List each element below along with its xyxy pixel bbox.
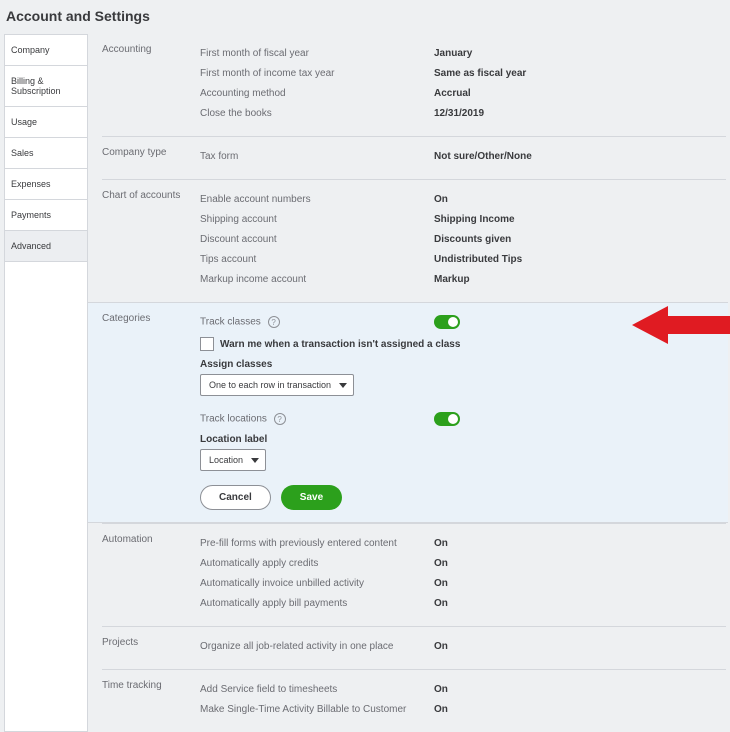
row-label: Pre-fill forms with previously entered c… bbox=[200, 538, 434, 549]
row-value: On bbox=[434, 598, 448, 609]
cancel-button[interactable]: Cancel bbox=[200, 485, 271, 510]
track-locations-toggle[interactable] bbox=[434, 412, 460, 426]
sidebar-item-usage[interactable]: Usage bbox=[5, 107, 87, 138]
assign-classes-label: Assign classes bbox=[200, 359, 726, 370]
row-label: Markup income account bbox=[200, 274, 434, 285]
row-label: Enable account numbers bbox=[200, 194, 434, 205]
section-time-tracking[interactable]: Time tracking Add Service field to times… bbox=[102, 669, 726, 732]
main-content: Accounting First month of fiscal yearJan… bbox=[88, 34, 726, 732]
row-label: Add Service field to timesheets bbox=[200, 684, 434, 695]
row-label: Automatically invoice unbilled activity bbox=[200, 578, 434, 589]
row-label: Tips account bbox=[200, 254, 434, 265]
section-title: Time tracking bbox=[102, 680, 200, 720]
track-locations-label: Track locations ? bbox=[200, 413, 434, 425]
row-value: 12/31/2019 bbox=[434, 108, 484, 119]
section-title: Accounting bbox=[102, 44, 200, 124]
sidebar-item-expenses[interactable]: Expenses bbox=[5, 169, 87, 200]
assign-classes-select[interactable]: One to each row in transaction bbox=[200, 374, 354, 396]
info-icon[interactable]: ? bbox=[274, 413, 286, 425]
row-label: Accounting method bbox=[200, 88, 434, 99]
section-chart-of-accounts[interactable]: Chart of accounts Enable account numbers… bbox=[102, 179, 726, 302]
track-classes-toggle[interactable] bbox=[434, 315, 460, 329]
row-value: On bbox=[434, 704, 448, 715]
row-label: First month of income tax year bbox=[200, 68, 434, 79]
row-value: Accrual bbox=[434, 88, 471, 99]
section-title: Categories bbox=[102, 313, 200, 510]
row-value: On bbox=[434, 194, 448, 205]
section-title: Company type bbox=[102, 147, 200, 167]
row-value: On bbox=[434, 578, 448, 589]
row-label: Shipping account bbox=[200, 214, 434, 225]
location-label-select[interactable]: Location bbox=[200, 449, 266, 471]
sidebar-item-payments[interactable]: Payments bbox=[5, 200, 87, 231]
section-company-type[interactable]: Company type Tax formNot sure/Other/None bbox=[102, 136, 726, 179]
warn-checkbox[interactable] bbox=[200, 337, 214, 351]
row-label: Organize all job-related activity in one… bbox=[200, 641, 434, 652]
row-label: Automatically apply bill payments bbox=[200, 598, 434, 609]
row-value: Markup bbox=[434, 274, 470, 285]
row-value: January bbox=[434, 48, 472, 59]
row-value: Discounts given bbox=[434, 234, 511, 245]
sidebar-item-advanced[interactable]: Advanced bbox=[5, 231, 87, 262]
section-title: Automation bbox=[102, 534, 200, 614]
section-projects[interactable]: Projects Organize all job-related activi… bbox=[102, 626, 726, 669]
section-accounting[interactable]: Accounting First month of fiscal yearJan… bbox=[102, 34, 726, 136]
row-label: Close the books bbox=[200, 108, 434, 119]
section-title: Chart of accounts bbox=[102, 190, 200, 290]
sidebar-item-sales[interactable]: Sales bbox=[5, 138, 87, 169]
row-value: Same as fiscal year bbox=[434, 68, 526, 79]
row-label: First month of fiscal year bbox=[200, 48, 434, 59]
section-automation[interactable]: Automation Pre-fill forms with previousl… bbox=[102, 523, 726, 626]
save-button[interactable]: Save bbox=[281, 485, 342, 510]
track-classes-label: Track classes ? bbox=[200, 316, 434, 328]
row-value: Undistributed Tips bbox=[434, 254, 522, 265]
sidebar-item-billing[interactable]: Billing & Subscription bbox=[5, 66, 87, 107]
page-title: Account and Settings bbox=[0, 0, 730, 34]
info-icon[interactable]: ? bbox=[268, 316, 280, 328]
row-label: Automatically apply credits bbox=[200, 558, 434, 569]
row-value: On bbox=[434, 684, 448, 695]
location-label-label: Location label bbox=[200, 434, 726, 445]
annotation-arrow-icon bbox=[632, 302, 730, 348]
row-value: Not sure/Other/None bbox=[434, 151, 532, 162]
sidebar: Company Billing & Subscription Usage Sal… bbox=[4, 34, 88, 732]
row-label: Discount account bbox=[200, 234, 434, 245]
row-label: Make Single-Time Activity Billable to Cu… bbox=[200, 704, 434, 715]
row-value: On bbox=[434, 538, 448, 549]
row-value: Shipping Income bbox=[434, 214, 515, 225]
row-value: On bbox=[434, 558, 448, 569]
section-title: Projects bbox=[102, 637, 200, 657]
row-value: On bbox=[434, 641, 448, 652]
row-label: Tax form bbox=[200, 151, 434, 162]
sidebar-item-company[interactable]: Company bbox=[5, 35, 87, 66]
warn-checkbox-label: Warn me when a transaction isn't assigne… bbox=[220, 339, 460, 350]
